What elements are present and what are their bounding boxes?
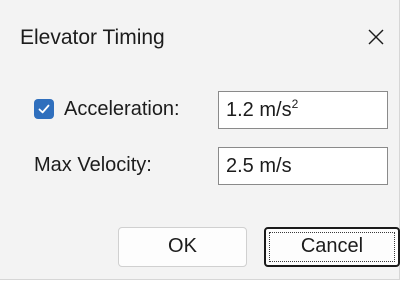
dialog-titlebar: Elevator Timing bbox=[0, 0, 399, 74]
ok-button[interactable]: OK bbox=[118, 227, 247, 267]
ok-button-label: OK bbox=[168, 235, 197, 257]
close-button[interactable] bbox=[361, 22, 391, 52]
acceleration-value: 1.2 m/s bbox=[226, 99, 292, 121]
max-velocity-field[interactable]: 2.5 m/s bbox=[218, 147, 388, 185]
acceleration-field[interactable]: 1.2 m/s2 bbox=[218, 91, 388, 129]
max-velocity-value: 2.5 m/s bbox=[226, 155, 292, 177]
acceleration-checkbox[interactable] bbox=[34, 99, 54, 119]
close-icon bbox=[366, 27, 386, 47]
acceleration-label: Acceleration: bbox=[64, 98, 180, 120]
elevator-timing-dialog: Elevator Timing Acceleration: 1.2 m/s2 M… bbox=[0, 0, 400, 280]
checkmark-icon bbox=[37, 102, 51, 116]
dialog-title: Elevator Timing bbox=[20, 26, 165, 49]
cancel-button[interactable]: Cancel bbox=[264, 227, 400, 267]
acceleration-unit-superscript: 2 bbox=[291, 97, 299, 111]
cancel-button-label: Cancel bbox=[300, 235, 364, 257]
max-velocity-label: Max Velocity: bbox=[34, 154, 152, 176]
